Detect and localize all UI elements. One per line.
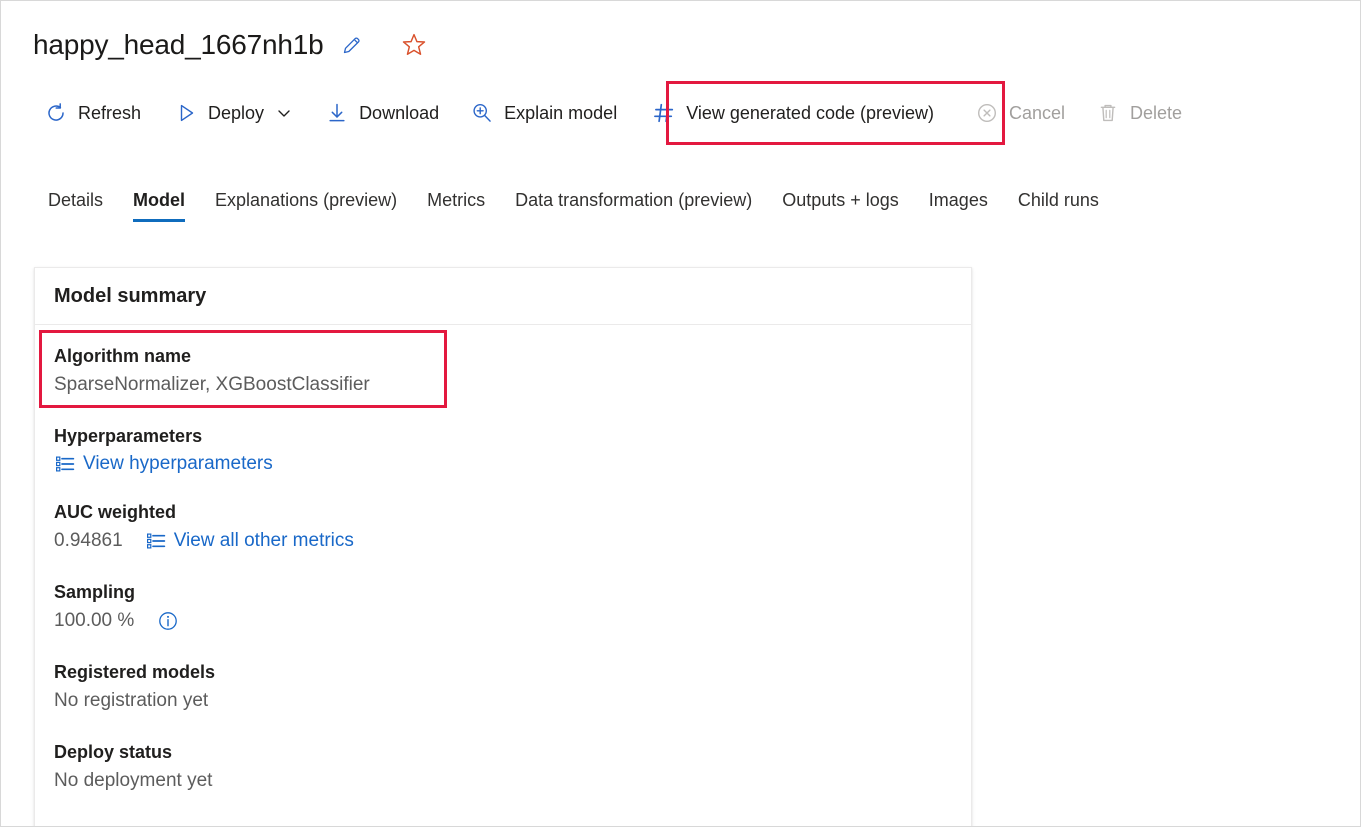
field-label: Algorithm name [54, 343, 952, 370]
download-label: Download [359, 102, 439, 124]
field-label: Sampling [54, 579, 952, 606]
tab-label: Metrics [427, 190, 485, 211]
view-hyperparameters-link[interactable]: View hyperparameters [54, 450, 273, 478]
card-body: Algorithm name SparseNormalizer, XGBoost… [35, 325, 971, 827]
tab-details[interactable]: Details [33, 178, 118, 222]
refresh-label: Refresh [78, 102, 141, 124]
field-value: No deployment yet [54, 766, 952, 795]
bulleted-list-icon [54, 453, 76, 475]
pencil-icon[interactable] [336, 29, 368, 61]
delete-label: Delete [1130, 102, 1182, 124]
tab-label: Data transformation (preview) [515, 190, 752, 211]
page-title: happy_head_1667nh1b [33, 28, 324, 62]
tab-outputs-logs[interactable]: Outputs + logs [767, 178, 914, 222]
cancel-button: Cancel [964, 91, 1075, 135]
field-value-row: 0.94861 View all other metrics [54, 526, 952, 555]
tab-label: Model [133, 190, 185, 211]
explain-model-button[interactable]: Explain model [459, 91, 627, 135]
tab-child-runs[interactable]: Child runs [1003, 178, 1114, 222]
tab-label: Outputs + logs [782, 190, 899, 211]
tab-data-transformation[interactable]: Data transformation (preview) [500, 178, 767, 222]
tab-metrics[interactable]: Metrics [412, 178, 500, 222]
field-algorithm-name: Algorithm name SparseNormalizer, XGBoost… [54, 343, 952, 399]
explain-model-label: Explain model [504, 102, 617, 124]
play-icon [173, 100, 199, 126]
field-value: SparseNormalizer, XGBoostClassifier [54, 370, 952, 399]
tab-label: Child runs [1018, 190, 1099, 211]
field-value: No registration yet [54, 686, 952, 715]
field-value: 0.94861 [54, 526, 123, 555]
refresh-icon [43, 100, 69, 126]
spacer [54, 641, 952, 659]
field-label: Registered models [54, 659, 952, 686]
card-header: Model summary [35, 268, 971, 325]
bulleted-list-icon [145, 530, 167, 552]
field-value: 100.00 % [54, 606, 134, 635]
command-bar: Refresh Deploy [33, 91, 1192, 135]
spacer [54, 485, 952, 499]
view-all-other-metrics-link[interactable]: View all other metrics [145, 527, 354, 555]
download-icon [324, 100, 350, 126]
field-value-row: 100.00 % [54, 606, 952, 635]
title-row: happy_head_1667nh1b [33, 25, 430, 65]
download-button[interactable]: Download [314, 91, 449, 135]
magnifier-plus-icon [469, 100, 495, 126]
view-generated-code-button[interactable]: View generated code (preview) [635, 91, 950, 135]
info-icon[interactable] [156, 609, 180, 633]
tab-explanations[interactable]: Explanations (preview) [200, 178, 412, 222]
tab-images[interactable]: Images [914, 178, 1003, 222]
cancel-circle-icon [974, 100, 1000, 126]
model-summary-card: Model summary Algorithm name SparseNorma… [34, 267, 972, 827]
card-title: Model summary [54, 285, 206, 308]
link-label: View all other metrics [174, 527, 354, 555]
field-label: Deploy status [54, 739, 952, 766]
deploy-button[interactable]: Deploy [163, 91, 304, 135]
spacer [54, 721, 952, 739]
field-deploy-status: Deploy status No deployment yet [54, 739, 952, 795]
spacer [54, 405, 952, 423]
field-hyperparameters: Hyperparameters View hyperparameters [54, 423, 952, 479]
refresh-button[interactable]: Refresh [33, 91, 151, 135]
delete-button: Delete [1085, 91, 1192, 135]
chevron-down-icon[interactable] [274, 103, 294, 123]
tab-label: Details [48, 190, 103, 211]
field-auc-weighted: AUC weighted 0.94861 View all othe [54, 499, 952, 555]
field-label: AUC weighted [54, 499, 952, 526]
view-generated-code-label: View generated code (preview) [686, 102, 934, 124]
link-label: View hyperparameters [83, 450, 273, 478]
star-icon[interactable] [398, 29, 430, 61]
field-registered-models: Registered models No registration yet [54, 659, 952, 715]
cancel-label: Cancel [1009, 102, 1065, 124]
field-label: Hyperparameters [54, 423, 952, 450]
tab-strip: Details Model Explanations (preview) Met… [33, 176, 1114, 222]
run-details-page: happy_head_1667nh1b Refresh [0, 0, 1361, 827]
hash-icon [651, 100, 677, 126]
tab-model[interactable]: Model [118, 178, 200, 222]
spacer [54, 561, 952, 579]
tab-label: Images [929, 190, 988, 211]
field-sampling: Sampling 100.00 % [54, 579, 952, 635]
tab-label: Explanations (preview) [215, 190, 397, 211]
deploy-label: Deploy [208, 102, 264, 124]
trash-icon [1095, 100, 1121, 126]
